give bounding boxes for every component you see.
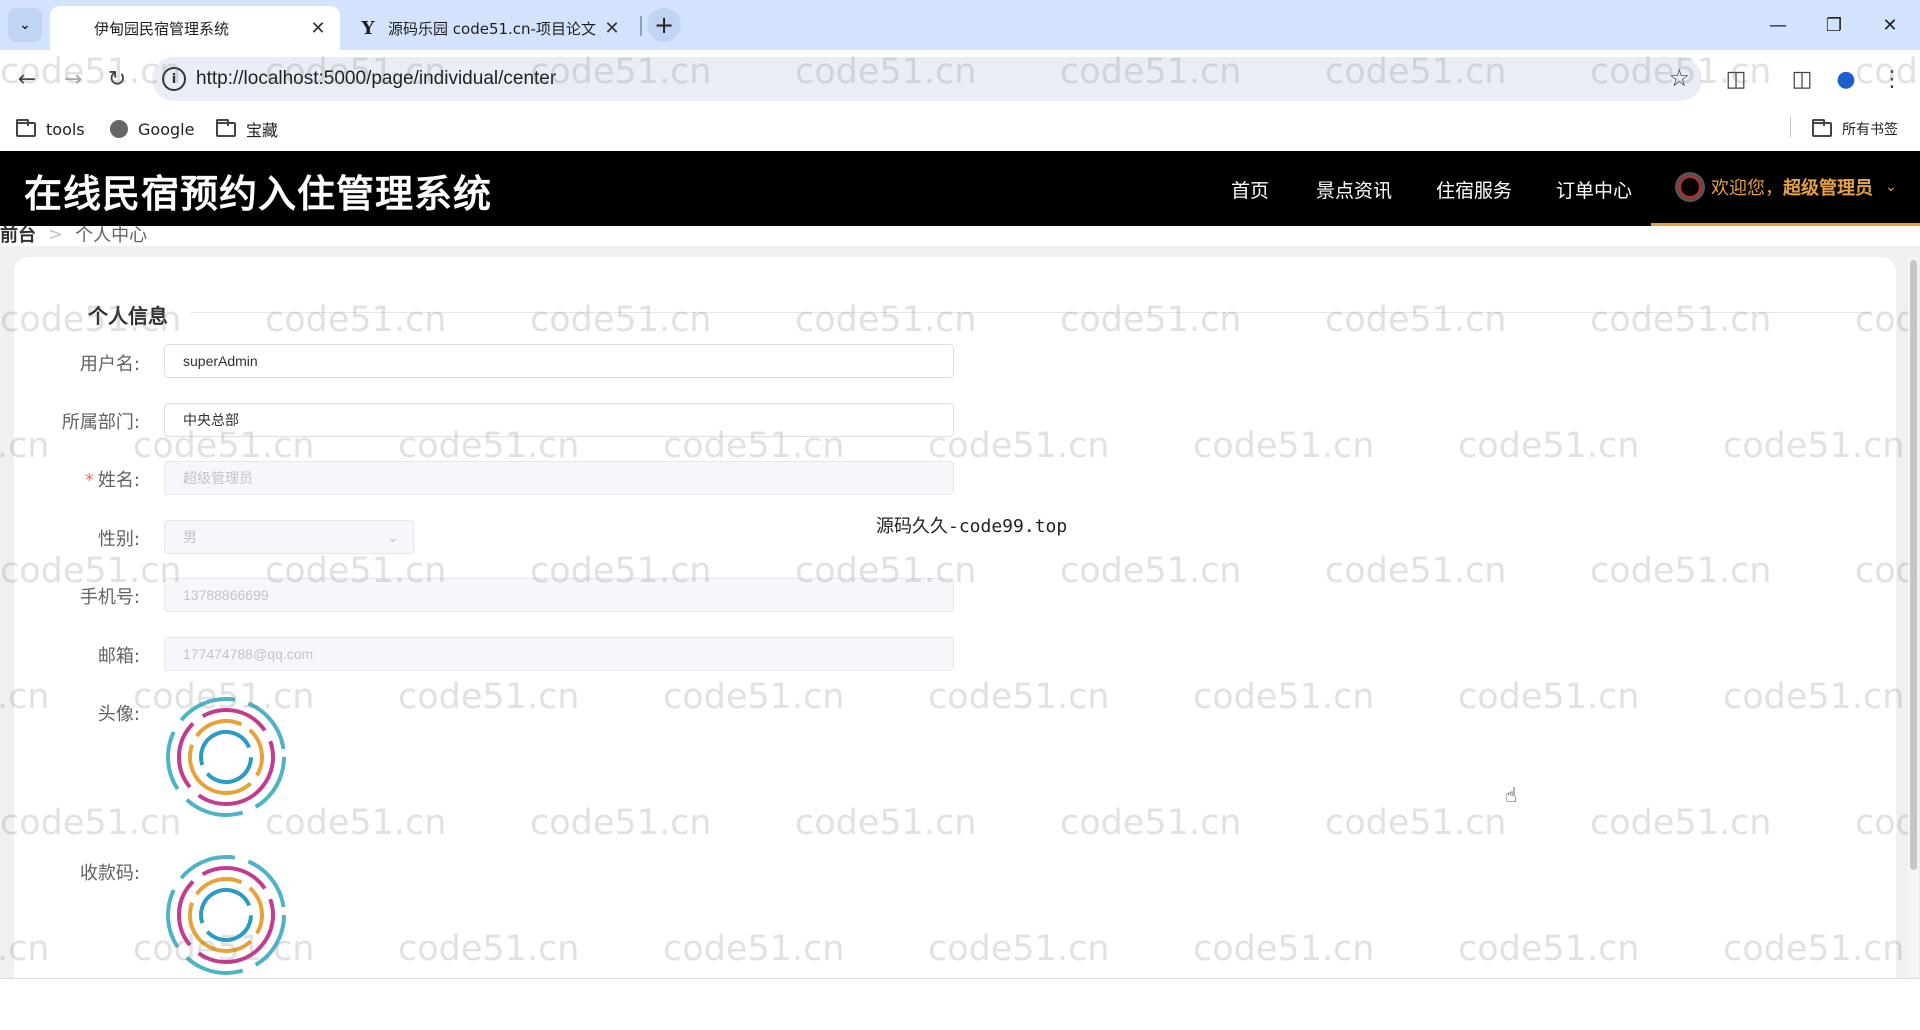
- tab-active[interactable]: 伊甸园民宿管理系统 ✕: [50, 6, 340, 50]
- profile-icon[interactable]: ●: [1828, 61, 1864, 97]
- chevron-down-icon: ⌄: [1885, 179, 1897, 195]
- gender-value: 男: [183, 529, 197, 545]
- site-info-icon[interactable]: i: [162, 67, 186, 91]
- nav-lodging[interactable]: 住宿服务: [1436, 176, 1512, 203]
- chevron-down-icon: ⌄: [387, 528, 399, 545]
- site-title: 在线民宿预约入住管理系统: [24, 172, 493, 216]
- required-mark: *: [84, 470, 94, 491]
- globe-icon: [110, 120, 128, 138]
- tab-title: 源码乐园 code51.cn-项目论文: [388, 19, 596, 38]
- bookmark-label: tools: [46, 119, 85, 139]
- yahoo-favicon-icon: Y: [361, 17, 375, 39]
- scrollbar-thumb[interactable]: [1910, 260, 1917, 870]
- nav-orders[interactable]: 订单中心: [1556, 176, 1632, 203]
- url-text: http://localhost:5000/page/individual/ce…: [196, 68, 557, 89]
- section-title: 个人信息: [88, 304, 168, 328]
- close-icon[interactable]: ✕: [600, 16, 624, 40]
- tab-title: 伊甸园民宿管理系统: [94, 19, 230, 38]
- bookmark-treasure[interactable]: 宝藏: [216, 116, 278, 142]
- address-bar[interactable]: i http://localhost:5000/page/individual/…: [152, 57, 1702, 101]
- breadcrumb-current: 个人中心: [75, 225, 148, 246]
- breadcrumb-home[interactable]: 前台: [0, 221, 36, 247]
- name-input[interactable]: 超级管理员: [164, 461, 954, 495]
- avatar: [1675, 172, 1705, 202]
- bookmark-tools[interactable]: tools: [16, 116, 85, 142]
- payment-code-image[interactable]: [164, 853, 288, 977]
- divider: [190, 312, 1870, 313]
- user-name: 超级管理员: [1783, 178, 1873, 199]
- reload-icon[interactable]: ↻: [99, 61, 135, 97]
- gender-label: 性别:: [97, 529, 140, 550]
- email-input[interactable]: 177474788@qq.com: [164, 637, 954, 671]
- name-label: * 姓名:: [0, 466, 140, 492]
- bookmark-star-icon[interactable]: ☆: [1668, 64, 1690, 92]
- back-icon[interactable]: ←: [9, 61, 45, 97]
- bookmark-label: Google: [138, 119, 195, 139]
- nav-home[interactable]: 首页: [1231, 176, 1269, 203]
- bookmarks-bar: tools Google 宝藏 所有书签: [0, 108, 1920, 152]
- department-input[interactable]: 中央总部: [164, 403, 954, 437]
- page-favicon-icon: [64, 18, 84, 38]
- payment-code-label: 收款码:: [79, 863, 140, 884]
- tab-separator: [640, 16, 642, 36]
- phone-label: 手机号:: [79, 587, 140, 608]
- close-icon[interactable]: ✕: [306, 16, 330, 40]
- hand-cursor-icon: ☝: [1505, 783, 1518, 807]
- avatar-image[interactable]: [164, 695, 288, 819]
- folder-icon: [216, 118, 236, 137]
- browser-tab-strip: ⌄ 伊甸园民宿管理系统 ✕ Y 源码乐园 code51.cn-项目论文 ✕ + …: [0, 0, 1920, 50]
- user-menu[interactable]: 欢迎您， 超级管理员 ⌄: [1651, 151, 1920, 226]
- all-bookmarks-label: 所有书签: [1842, 122, 1898, 138]
- username-label: 用户名:: [79, 354, 140, 375]
- new-tab-button[interactable]: +: [647, 8, 681, 42]
- phone-input[interactable]: 13788866699: [164, 578, 954, 612]
- chevron-down-icon: ⌄: [19, 17, 31, 33]
- tab-inactive[interactable]: Y 源码乐园 code51.cn-项目论文 ✕: [344, 6, 634, 50]
- browser-toolbar: ← → ↻ i http://localhost:5000/page/indiv…: [0, 50, 1920, 108]
- chevron-right-icon: >: [48, 223, 64, 245]
- side-panel-icon[interactable]: ◫: [1784, 61, 1820, 97]
- minimize-button[interactable]: —: [1750, 0, 1806, 50]
- divider: [0, 978, 1920, 979]
- restore-button[interactable]: ❐: [1806, 0, 1862, 50]
- all-bookmarks[interactable]: 所有书签: [1812, 116, 1898, 142]
- extensions-icon[interactable]: ◫: [1718, 61, 1754, 97]
- gender-select[interactable]: 男 ⌄: [164, 520, 414, 554]
- email-label: 邮箱:: [97, 646, 140, 667]
- username-input[interactable]: superAdmin: [164, 344, 954, 378]
- department-label: 所属部门:: [61, 412, 140, 433]
- breadcrumb: 前台 > 个人中心: [0, 221, 148, 247]
- site-header: 在线民宿预约入住管理系统 首页 景点资讯 住宿服务 订单中心 欢迎您， 超级管理…: [0, 151, 1920, 226]
- nav-attractions[interactable]: 景点资讯: [1316, 176, 1392, 203]
- name-label-text: 姓名:: [97, 470, 140, 491]
- bookmark-google[interactable]: Google: [110, 116, 194, 142]
- bookmark-label: 宝藏: [246, 121, 279, 140]
- menu-kebab-icon[interactable]: ⋮: [1874, 61, 1910, 97]
- forward-icon[interactable]: →: [55, 61, 91, 97]
- welcome-text: 欢迎您，: [1711, 178, 1783, 199]
- bookmarks-separator: [1790, 116, 1791, 138]
- avatar-label: 头像:: [97, 704, 140, 725]
- folder-icon: [1812, 118, 1832, 137]
- folder-icon: [16, 118, 36, 137]
- tab-search-button[interactable]: ⌄: [8, 8, 42, 42]
- close-window-button[interactable]: ✕: [1862, 0, 1918, 50]
- overlay-watermark-text: 源码久久-code99.top: [876, 516, 1068, 537]
